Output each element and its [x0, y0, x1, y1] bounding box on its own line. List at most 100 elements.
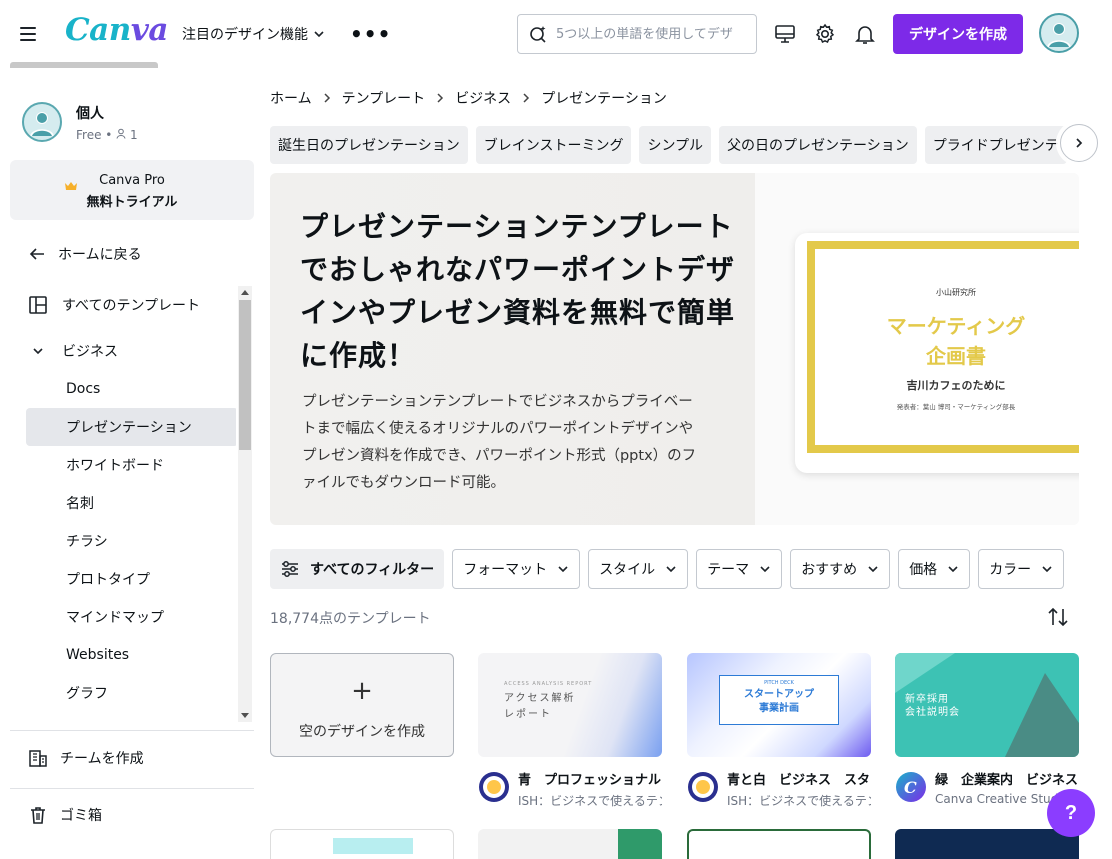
filter-style-label: スタイル [599, 562, 656, 578]
sidebar-sub-whiteboard[interactable]: ホワイトボード [26, 446, 236, 484]
chevron-down-icon [666, 566, 676, 573]
magic-search-icon [530, 26, 546, 43]
create-blank-design-card[interactable]: + 空のデザインを作成 [270, 653, 454, 757]
template-meta: 青と白 ビジネス スタートアップ ISH：ビジネスで使えるテンプレート [687, 769, 871, 808]
create-design-button[interactable]: デザインを作成 [893, 14, 1023, 54]
pro-line-1: Canva Pro [99, 173, 165, 188]
chevron-down-icon [558, 566, 568, 573]
help-button[interactable]: ? [1047, 789, 1095, 837]
hamburger-menu-icon[interactable] [20, 22, 40, 46]
template-card[interactable]: PITCH DECK スタートアップ 事業計画 青と白 ビジネス スタートアップ… [687, 653, 871, 808]
template-card[interactable]: ACCESS ANALYSIS REPORT アクセス解析 レポート 青 プロフ… [478, 653, 662, 808]
user-avatar[interactable] [1039, 13, 1079, 53]
sidebar-item-all-templates[interactable]: すべてのテンプレート [26, 286, 236, 324]
slide-preview: 小山研究所 マーケティング 企画書 吉川カフェのために 発表者：葉山 博司・マー… [815, 249, 1079, 445]
pro-line-2: 無料トライアル [10, 192, 254, 214]
slide-subtitle: 吉川カフェのために [906, 379, 1006, 392]
trash-icon [31, 807, 45, 824]
back-home-link[interactable]: ホームに戻る [28, 244, 142, 264]
filter-theme-dropdown[interactable]: テーマ [696, 549, 783, 589]
sidebar-sub-prototype[interactable]: プロトタイプ [26, 560, 236, 598]
search-box[interactable] [517, 14, 757, 54]
more-menu-button[interactable]: ••• [350, 22, 391, 46]
sidebar-sub-flyer[interactable]: チラシ [26, 522, 236, 560]
chips-next-button[interactable] [1060, 124, 1098, 162]
featured-design-menu[interactable]: 注目のデザイン機能 [182, 24, 326, 44]
desktop-app-icon[interactable] [773, 22, 797, 46]
sidebar-sub-docs[interactable]: Docs [26, 370, 236, 408]
all-filters-label: すべてのフィルター [310, 562, 435, 578]
filter-bar: すべてのフィルター フォーマット スタイル テーマ おすすめ 価格 カラー [270, 549, 1100, 589]
chevron-right-icon [437, 93, 444, 103]
template-thumbnail[interactable]: ACCESS ANALYSIS REPORT アクセス解析 レポート [478, 653, 662, 757]
breadcrumb-presentation: プレゼンテーション [541, 91, 667, 107]
account-switcher[interactable]: 個人 Free • 1 [22, 102, 138, 142]
filter-style-dropdown[interactable]: スタイル [588, 549, 689, 589]
crown-icon [65, 182, 77, 190]
template-card[interactable]: 新卒採用 会社説明会 C 緑 企業案内 ビジネス Canva Creative … [895, 653, 1079, 806]
laptop-screen: 小山研究所 マーケティング 企画書 吉川カフェのために 発表者：葉山 博司・マー… [807, 241, 1079, 453]
template-grid: + 空のデザインを作成 ACCESS ANALYSIS REPORT アクセス解… [270, 653, 1112, 859]
template-count: 18,774点のテンプレート [270, 611, 431, 627]
canva-logo[interactable]: Canva [65, 12, 168, 48]
back-home-label: ホームに戻る [58, 247, 142, 263]
arrow-left-icon [29, 248, 44, 260]
hero-title: プレゼンテーションテンプレートでおしゃれなパワーポイントデザインやプレゼン資料を… [300, 210, 736, 372]
trash-link[interactable]: ゴミ箱 [28, 805, 102, 825]
chip-birthday[interactable]: 誕生日のプレゼンテーション [270, 126, 468, 164]
chip-simple[interactable]: シンプル [639, 126, 712, 164]
chevron-down-icon [948, 566, 958, 573]
settings-gear-icon[interactable] [813, 22, 837, 46]
create-team-link[interactable]: チームを作成 [28, 748, 144, 768]
hero-description: プレゼンテーションテンプレートでビジネスからプライベートまで幅広く使えるオリジナ… [302, 394, 697, 491]
blank-design-label: 空のデザインを作成 [299, 724, 425, 740]
breadcrumb: ホーム テンプレート ビジネス プレゼンテーション [270, 88, 667, 108]
chevron-right-icon [1076, 138, 1083, 148]
sidebar-sub-websites[interactable]: Websites [26, 636, 236, 674]
scroll-up-arrow[interactable] [241, 290, 249, 295]
filter-recommended-dropdown[interactable]: おすすめ [790, 549, 891, 589]
filter-price-label: 価格 [909, 562, 938, 578]
canva-creator-logo-icon: C [896, 772, 926, 802]
all-filters-button[interactable]: すべてのフィルター [270, 549, 445, 589]
sidebar-sub-presentation[interactable]: プレゼンテーション [26, 408, 236, 446]
sidebar-item-business[interactable]: ビジネス [26, 332, 236, 370]
breadcrumb-home[interactable]: ホーム [270, 88, 312, 108]
sidebar-category-list: すべてのテンプレート ビジネス Docs プレゼンテーション ホワイトボード 名… [0, 286, 236, 722]
template-card-row2[interactable] [478, 829, 662, 859]
sidebar-divider [10, 730, 254, 731]
template-card-row2[interactable] [687, 829, 871, 859]
canva-pro-trial-button[interactable]: Canva Pro 無料トライアル [10, 160, 254, 220]
thumb-accent [618, 829, 662, 859]
suggestion-chips: 誕生日のプレゼンテーション ブレインストーミング シンプル 父の日のプレゼンテー… [270, 126, 1100, 164]
breadcrumb-templates[interactable]: テンプレート [342, 88, 426, 108]
filter-color-dropdown[interactable]: カラー [978, 549, 1065, 589]
chip-pride[interactable]: プライドプレゼンテ [924, 126, 1067, 164]
template-card-row2[interactable] [895, 829, 1079, 859]
search-input[interactable] [556, 26, 746, 42]
template-meta: 青 プロフェッショナル ISH：ビジネスで使えるテンプレート [478, 769, 662, 808]
creator-logo-icon [688, 772, 718, 802]
notification-bell-icon[interactable] [853, 22, 877, 46]
template-thumbnail[interactable]: PITCH DECK スタートアップ 事業計画 [687, 653, 871, 757]
breadcrumb-business[interactable]: ビジネス [455, 88, 511, 108]
scrollbar-thumb[interactable] [239, 300, 251, 450]
filter-format-dropdown[interactable]: フォーマット [452, 549, 581, 589]
sort-button[interactable] [1046, 606, 1072, 630]
hero-laptop-image: 小山研究所 マーケティング 企画書 吉川カフェのために 発表者：葉山 博司・マー… [755, 173, 1079, 525]
sidebar-sub-business-card[interactable]: 名刺 [26, 484, 236, 522]
account-member-count: 1 [130, 127, 138, 142]
sidebar-scrollbar[interactable] [238, 286, 252, 722]
scroll-down-arrow[interactable] [241, 713, 249, 718]
sidebar-sub-graph[interactable]: グラフ [26, 674, 236, 712]
template-thumbnail[interactable]: 新卒採用 会社説明会 [895, 653, 1079, 757]
chevron-down-icon [33, 348, 43, 355]
filter-price-dropdown[interactable]: 価格 [898, 549, 971, 589]
chevron-down-icon [1042, 566, 1052, 573]
chip-fathers-day[interactable]: 父の日のプレゼンテーション [719, 126, 917, 164]
sidebar-sub-mindmap[interactable]: マインドマップ [26, 598, 236, 636]
template-card-row2[interactable] [270, 829, 454, 859]
sidebar: 個人 Free • 1 Canva Pro 無料トライアル ホームに戻る すべて… [0, 68, 270, 851]
slide-title: マーケティング 企画書 [886, 314, 1026, 368]
chip-brainstorming[interactable]: ブレインストーミング [475, 126, 632, 164]
